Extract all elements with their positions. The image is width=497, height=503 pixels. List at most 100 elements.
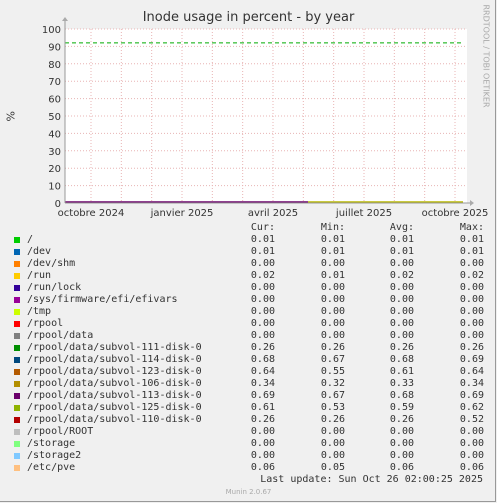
legend-value-cur: 0.01: [250, 234, 275, 245]
legend-value-cur: 0.00: [250, 282, 275, 293]
legend-value-min: 0.05: [320, 462, 345, 473]
legend-value-max: 0.00: [459, 330, 484, 341]
legend-header-cur: Cur:: [250, 222, 275, 233]
legend-swatch: [14, 297, 20, 303]
legend-value-cur: 0.00: [250, 306, 275, 317]
legend-row: /rpool/data/subvol-106-disk-0 0.34 0.32 0.3…: [12, 378, 484, 390]
y-tick-label: 50: [48, 112, 61, 123]
legend-value-avg: 0.59: [389, 402, 414, 413]
munin-version: Munin 2.0.67: [225, 488, 272, 496]
chart-plot: 0102030405060708090100octobre 2024 janvie…: [42, 17, 489, 219]
legend-value-min: 0.00: [320, 426, 345, 437]
legend-value-min: 0.67: [320, 390, 345, 401]
legend-value-max: 0.64: [459, 366, 484, 377]
legend-swatch: [14, 345, 20, 351]
legend-value-cur: 0.02: [250, 270, 275, 281]
legend-value-avg: 0.01: [389, 234, 414, 245]
legend-series-name: /rpool/data/subvol-106-disk-0: [27, 378, 202, 389]
legend-value-cur: 0.00: [250, 330, 275, 341]
legend-header-max: Max:: [459, 222, 484, 233]
legend-value-max: 0.00: [459, 282, 484, 293]
legend-value-min: 0.00: [320, 306, 345, 317]
legend-series-name: /run/lock: [27, 282, 82, 293]
x-tick-label: juillet 2025: [335, 208, 392, 219]
legend-value-min: 0.00: [320, 330, 345, 341]
legend-swatch: [14, 429, 20, 435]
legend-value-min: 0.67: [320, 354, 345, 365]
legend-swatch: [14, 273, 20, 279]
legend-swatch: [14, 357, 20, 363]
legend-series-name: /run: [27, 270, 52, 281]
y-tick-label: 90: [48, 42, 61, 53]
y-tick-label: 10: [48, 182, 61, 193]
legend-value-max: 0.00: [459, 306, 484, 317]
legend-header-avg: Avg:: [389, 222, 414, 233]
legend-value-max: 0.69: [459, 354, 484, 365]
legend-row: /rpool/data/subvol-111-disk-0 0.26 0.26 0.2…: [12, 342, 484, 354]
legend-swatch: [14, 321, 20, 327]
y-tick-label: 80: [48, 60, 61, 71]
legend-row: /rpool/data 0.00 0.00 0.00 0.00: [12, 330, 484, 342]
legend-value-avg: 0.00: [389, 306, 414, 317]
legend-value-max: 0.26: [459, 342, 484, 353]
x-tick-label: octobre 2024: [58, 208, 125, 219]
legend-row: /etc/pve 0.06 0.05 0.06 0.06: [12, 462, 484, 474]
legend-row: / 0.01 0.01 0.01 0.01: [12, 234, 484, 246]
legend-value-avg: 0.00: [389, 318, 414, 329]
legend-swatch: [14, 249, 20, 255]
legend-value-cur: 0.06: [250, 462, 275, 473]
legend-value-avg: 0.33: [389, 378, 414, 389]
legend-row: /rpool/data/subvol-114-disk-0 0.68 0.67 0.6…: [12, 354, 484, 366]
legend-series-name: /rpool/data/subvol-123-disk-0: [27, 366, 202, 377]
legend-series-name: /etc/pve: [27, 462, 76, 473]
legend-value-cur: 0.64: [250, 366, 275, 377]
legend-value-avg: 0.06: [389, 462, 414, 473]
legend-value-cur: 0.00: [250, 426, 275, 437]
legend-row: /rpool/ROOT 0.00 0.00 0.00 0.00: [12, 426, 484, 438]
legend-row: /sys/firmware/efi/efivars 0.00 0.00 0.00 0.0…: [12, 294, 484, 306]
legend-value-cur: 0.01: [250, 246, 275, 257]
legend-value-cur: 0.69: [250, 390, 275, 401]
legend-value-max: 0.00: [459, 318, 484, 329]
legend-value-min: 0.53: [320, 402, 345, 413]
legend-row: /dev/shm 0.00 0.00 0.00 0.00: [12, 258, 484, 270]
legend-value-avg: 0.00: [389, 294, 414, 305]
legend-header-row: Cur: Min: Avg: Max:: [12, 222, 484, 234]
legend-row: /rpool/data/subvol-123-disk-0 0.64 0.55 0.6…: [12, 366, 484, 378]
legend-value-cur: 0.61: [250, 402, 275, 413]
legend-value-cur: 0.00: [250, 318, 275, 329]
legend-value-avg: 0.26: [389, 342, 414, 353]
legend-swatch: [14, 285, 20, 291]
legend-row: /rpool/data/subvol-125-disk-0 0.61 0.53 0.5…: [12, 402, 484, 414]
legend-value-min: 0.00: [320, 258, 345, 269]
legend-value-max: 0.01: [459, 246, 484, 257]
legend-value-max: 0.00: [459, 438, 484, 449]
legend-swatch: [14, 369, 20, 375]
legend-value-cur: 0.00: [250, 450, 275, 461]
legend-value-max: 0.00: [459, 450, 484, 461]
legend-swatch: [14, 393, 20, 399]
legend-value-avg: 0.02: [389, 270, 414, 281]
legend-swatch: [14, 453, 20, 459]
legend-value-cur: 0.00: [250, 294, 275, 305]
legend-value-min: 0.55: [320, 366, 345, 377]
legend-series-name: /storage2: [27, 450, 82, 461]
legend-value-min: 0.01: [320, 234, 345, 245]
legend-value-avg: 0.68: [389, 354, 414, 365]
x-tick-label: octobre 2025: [422, 208, 489, 219]
legend-value-min: 0.00: [320, 318, 345, 329]
legend-value-min: 0.00: [320, 294, 345, 305]
legend-value-avg: 0.68: [389, 390, 414, 401]
legend-value-max: 0.69: [459, 390, 484, 401]
legend-series-name: /rpool/data/subvol-113-disk-0: [27, 390, 202, 401]
legend-value-cur: 0.68: [250, 354, 275, 365]
legend-value-max: 0.01: [459, 234, 484, 245]
legend-value-avg: 0.00: [389, 450, 414, 461]
legend-value-cur: 0.26: [250, 342, 275, 353]
y-axis-arrow: [62, 17, 68, 21]
x-tick-label: avril 2025: [248, 208, 298, 219]
legend-row: /rpool/data/subvol-110-disk-0 0.26 0.26 0.2…: [12, 414, 484, 426]
legend-series-name: /dev/shm: [27, 258, 76, 269]
legend-header-min: Min:: [320, 222, 345, 233]
x-axis-arrow: [470, 200, 474, 206]
